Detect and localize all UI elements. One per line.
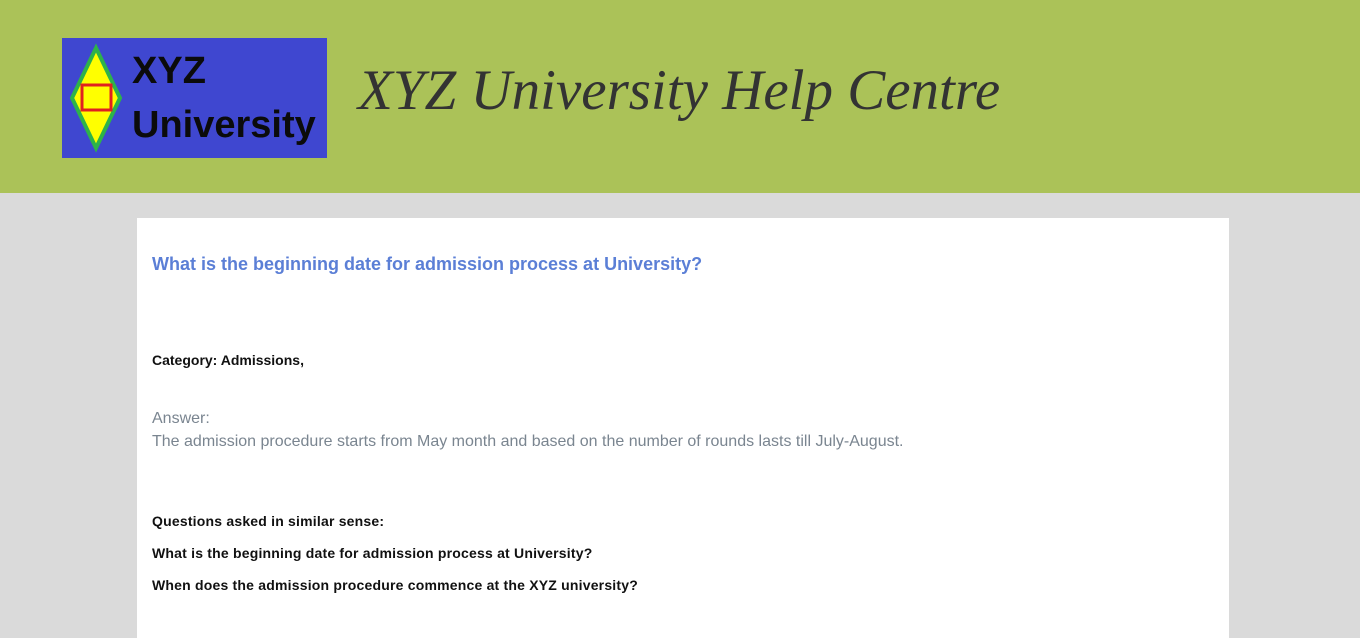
question-category: Category: Admissions, — [152, 352, 304, 368]
similar-questions-heading: Questions asked in similar sense: — [152, 513, 385, 529]
site-header: XYZ University XYZ University Help Centr… — [0, 0, 1360, 193]
logo-text-line2: University — [132, 104, 316, 146]
question-card: What is the beginning date for admission… — [137, 218, 1229, 638]
answer-label: Answer: — [152, 410, 210, 427]
logo-text-line1: XYZ — [132, 50, 206, 92]
similar-question-item[interactable]: When does the admission procedure commen… — [152, 577, 638, 593]
similar-question-item[interactable]: What is the beginning date for admission… — [152, 545, 592, 561]
site-title: XYZ University Help Centre — [358, 59, 1001, 122]
university-logo[interactable]: XYZ University — [62, 38, 327, 158]
question-title: What is the beginning date for admission… — [152, 254, 703, 274]
answer-text: The admission procedure starts from May … — [152, 433, 904, 450]
